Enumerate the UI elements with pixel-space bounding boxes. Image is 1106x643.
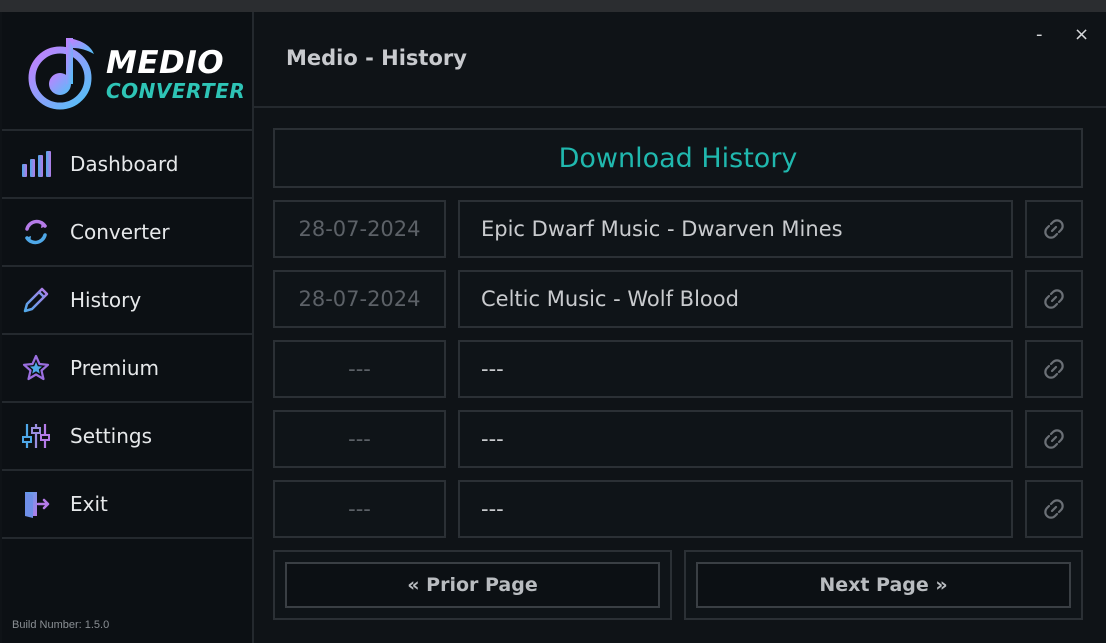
link-icon [1044,429,1064,449]
history-track-name: Epic Dwarf Music - Dwarven Mines [458,200,1013,258]
build-number: Build Number: 1.5.0 [12,619,110,631]
sidebar-item-label: Premium [70,356,159,380]
sidebar-item-label: History [70,288,142,312]
sidebar-item-converter[interactable]: Converter [2,199,252,267]
history-track-name: --- [458,410,1013,468]
open-link-button[interactable] [1025,410,1083,468]
bar-chart-icon [20,148,52,180]
history-date: --- [273,480,446,538]
link-icon [1044,219,1064,239]
history-date: --- [273,410,446,468]
history-track-name: Celtic Music - Wolf Blood [458,270,1013,328]
sidebar-item-label: Exit [70,492,108,516]
sidebar-item-settings[interactable]: Settings [2,403,252,471]
open-link-button[interactable] [1025,200,1083,258]
prior-page-container: « Prior Page [273,550,672,620]
open-link-button[interactable] [1025,480,1083,538]
exit-door-icon [20,488,52,520]
history-date: --- [273,340,446,398]
app-logo: MEDIO CONVERTER [2,12,252,131]
header: Medio - History - × [254,12,1106,108]
refresh-icon [20,216,52,248]
open-link-button[interactable] [1025,340,1083,398]
history-track-name: --- [458,340,1013,398]
logo-subtitle: CONVERTER [106,79,246,103]
open-link-button[interactable] [1025,270,1083,328]
next-page-button[interactable]: Next Page » [696,562,1071,608]
sidebar-item-label: Settings [70,424,153,448]
history-date: 28-07-2024 [273,200,446,258]
sidebar-item-dashboard[interactable]: Dashboard [2,131,252,199]
close-button[interactable]: × [1074,24,1089,45]
star-icon [20,352,52,384]
sidebar-item-label: Converter [70,220,170,244]
music-note-logo-icon [28,38,94,110]
history-date: 28-07-2024 [273,270,446,328]
minimize-button[interactable]: - [1036,24,1043,45]
prior-page-button[interactable]: « Prior Page [285,562,660,608]
link-icon [1044,359,1064,379]
sliders-icon [20,420,52,452]
sidebar-item-label: Dashboard [70,152,179,176]
logo-title: MEDIO [106,45,225,81]
next-page-container: Next Page » [684,550,1083,620]
link-icon [1044,499,1064,519]
sidebar-item-history[interactable]: History [2,267,252,335]
download-history-title: Download History [273,128,1083,188]
sidebar-item-premium[interactable]: Premium [2,335,252,403]
sidebar: MEDIO CONVERTER Dashboard Converter Hist… [2,12,254,643]
page-title: Medio - History [286,46,467,70]
history-track-name: --- [458,480,1013,538]
sidebar-item-exit[interactable]: Exit [2,471,252,539]
app-window: MEDIO CONVERTER Dashboard Converter Hist… [0,12,1106,643]
link-icon [1044,289,1064,309]
pencil-icon [20,284,52,316]
